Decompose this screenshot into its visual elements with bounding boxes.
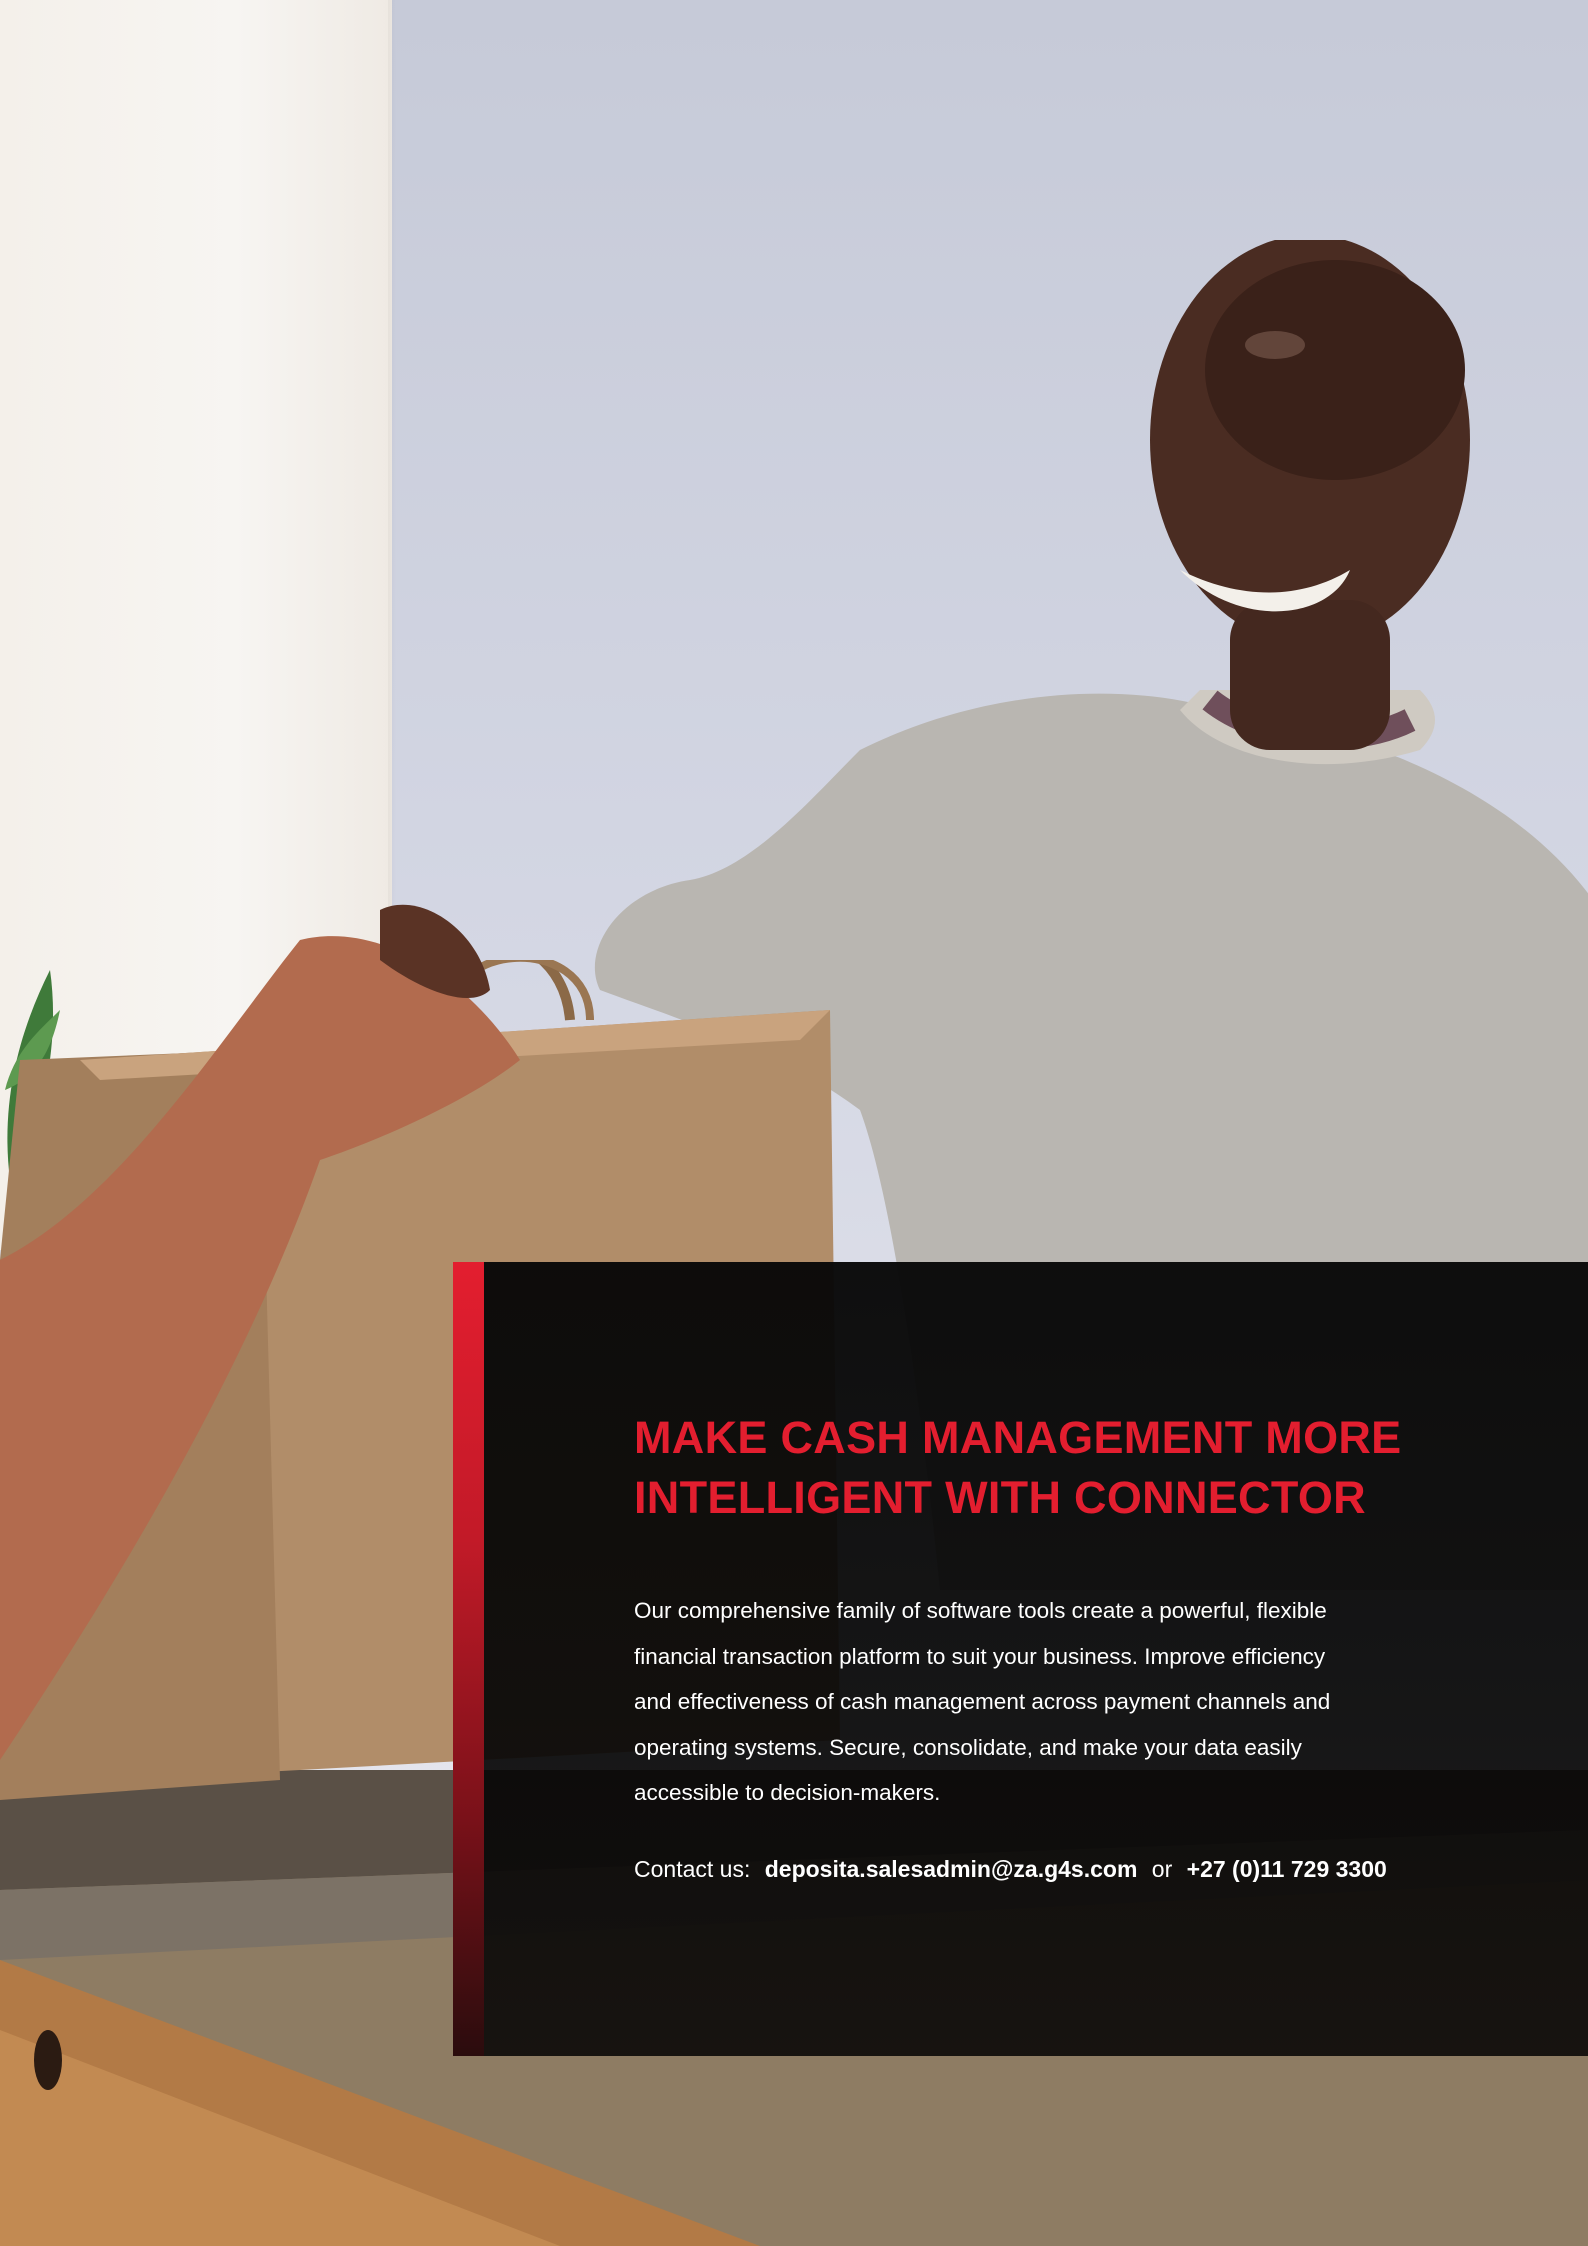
body-line: operating systems. Secure, consolidate, … [634,1734,1302,1760]
headline-line-2: INTELLIGENT WITH CONNECTOR [634,1472,1366,1523]
contact-line: Contact us: deposita.salesadmin@za.g4s.c… [634,1854,1534,1884]
contact-separator: or [1151,1856,1173,1882]
content-panel: MAKE CASH MANAGEMENT MORE INTELLIGENT WI… [453,1262,1588,2056]
headline-line-1: MAKE CASH MANAGEMENT MORE [634,1412,1402,1463]
body-line: financial transaction platform to suit y… [634,1643,1326,1669]
body-line: Our comprehensive family of software too… [634,1598,1327,1623]
headline: MAKE CASH MANAGEMENT MORE INTELLIGENT WI… [634,1408,1534,1528]
contact-prefix: Contact us: [634,1856,751,1882]
contact-email-link[interactable]: deposita.salesadmin@za.g4s.com [765,1856,1138,1882]
body-line: accessible to decision-makers. [634,1780,941,1805]
body-line: and effectiveness of cash management acr… [634,1689,1331,1714]
contact-phone-link[interactable]: +27 (0)11 729 3300 [1187,1856,1387,1882]
body-paragraph: Our comprehensive family of software too… [634,1588,1394,1816]
person-head [1150,240,1470,750]
accent-bar [453,1262,484,2056]
